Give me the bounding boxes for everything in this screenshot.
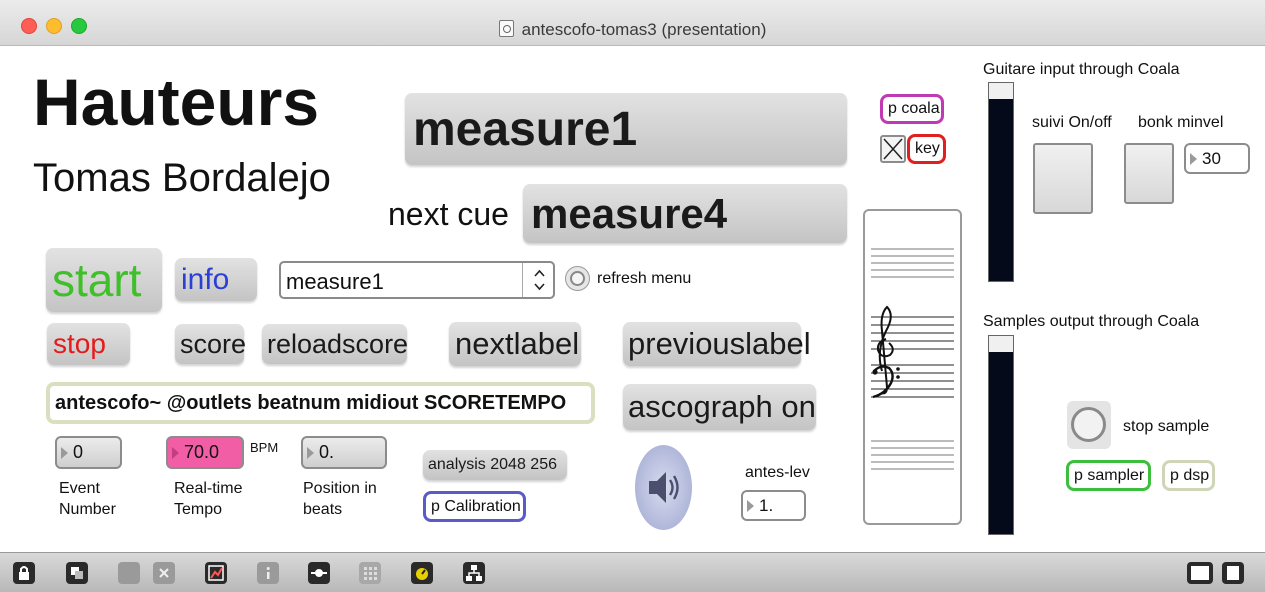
chevron-updown-icon bbox=[534, 269, 545, 291]
hierarchy-icon[interactable] bbox=[463, 562, 485, 584]
position-value: 0. bbox=[319, 442, 335, 462]
lock-icon[interactable] bbox=[13, 562, 35, 584]
antes-lev-value: 1. bbox=[759, 495, 774, 515]
ascograph-button[interactable]: ascograph on bbox=[623, 384, 816, 430]
antes-lev-label: antes-lev bbox=[745, 464, 810, 481]
event-label-line1: Event bbox=[59, 480, 100, 497]
position-label-line1: Position in bbox=[303, 480, 377, 497]
refresh-button[interactable] bbox=[565, 266, 590, 291]
presentation-toggle-icon[interactable] bbox=[66, 562, 88, 584]
number-triangle-icon bbox=[747, 499, 754, 512]
bottom-toolbar bbox=[0, 552, 1265, 592]
previouslabel-button[interactable]: previouslabel bbox=[623, 322, 811, 366]
document-icon bbox=[498, 20, 514, 37]
suivi-label: suivi On/off bbox=[1032, 114, 1112, 131]
antescofo-object[interactable]: antescofo~ @outlets beatnum midiout SCOR… bbox=[46, 382, 595, 424]
window-titlebar: antescofo-tomas3 (presentation) bbox=[0, 0, 1265, 46]
key-toggle[interactable] bbox=[880, 135, 906, 163]
delete-icon[interactable] bbox=[153, 562, 175, 584]
refresh-menu-label: refresh menu bbox=[597, 270, 692, 287]
position-label-line2: beats bbox=[303, 501, 343, 518]
bonk-toggle[interactable] bbox=[1124, 143, 1174, 204]
event-number-label: Event Number bbox=[59, 478, 116, 520]
analysis-message[interactable]: analysis 2048 256 bbox=[423, 450, 567, 480]
bonk-minvel-number-box[interactable]: 30 bbox=[1184, 143, 1250, 174]
info-icon[interactable] bbox=[257, 562, 279, 584]
tempo-label-line2: Tempo bbox=[174, 501, 223, 518]
right-sidebar-icon[interactable] bbox=[1222, 562, 1244, 584]
patch-cord-icon[interactable] bbox=[308, 562, 330, 584]
antes-lev-number-box[interactable]: 1. bbox=[741, 490, 806, 521]
window-title: antescofo-tomas3 (presentation) bbox=[0, 20, 1265, 40]
hand-icon[interactable] bbox=[118, 562, 140, 584]
number-triangle-icon bbox=[1190, 152, 1197, 165]
number-triangle-icon bbox=[307, 446, 314, 459]
left-sidebar-icon[interactable] bbox=[1187, 562, 1213, 584]
number-triangle-icon bbox=[172, 446, 179, 459]
guitar-input-meter bbox=[989, 83, 1013, 281]
composer-name: Tomas Bordalejo bbox=[33, 156, 331, 200]
grid-icon[interactable] bbox=[359, 562, 381, 584]
start-button[interactable]: start bbox=[46, 248, 162, 312]
tempo-value: 70.0 bbox=[184, 442, 220, 462]
event-number-value: 0 bbox=[73, 442, 84, 462]
dsp-icon[interactable] bbox=[411, 562, 433, 584]
number-triangle-icon bbox=[61, 446, 68, 459]
event-number-box[interactable]: 0 bbox=[55, 436, 122, 469]
info-button[interactable]: info bbox=[175, 258, 257, 301]
stop-sample-label: stop sample bbox=[1123, 418, 1210, 435]
event-label-line2: Number bbox=[59, 501, 116, 518]
stop-button[interactable]: stop bbox=[47, 323, 130, 365]
tempo-label: Real-time Tempo bbox=[174, 478, 242, 520]
tempo-label-line1: Real-time bbox=[174, 480, 243, 497]
cue-menu[interactable]: measure1 bbox=[279, 261, 555, 299]
piece-title: Hauteurs bbox=[33, 65, 320, 139]
bang-icon bbox=[1071, 407, 1106, 442]
score-button[interactable]: score bbox=[175, 324, 246, 364]
reloadscore-button[interactable]: reloadscore bbox=[262, 324, 408, 364]
samples-output-meter bbox=[989, 336, 1013, 534]
speaker-icon bbox=[649, 472, 679, 503]
tempo-number-box[interactable]: 70.0 bbox=[166, 436, 244, 469]
bonk-minvel-value: 30 bbox=[1202, 148, 1221, 168]
menu-stepper[interactable] bbox=[522, 263, 555, 297]
current-cue-display[interactable]: measure1 bbox=[405, 93, 847, 165]
x-mark-icon bbox=[883, 138, 903, 160]
bonk-minvel-label: bonk minvel bbox=[1138, 114, 1224, 131]
coala-subpatch[interactable]: p coala bbox=[880, 94, 944, 124]
samples-output-label: Samples output through Coala bbox=[983, 313, 1200, 330]
guitar-input-label: Guitare input through Coala bbox=[983, 61, 1180, 78]
refresh-icon bbox=[570, 271, 585, 286]
position-label: Position in beats bbox=[303, 478, 377, 520]
cue-menu-value: measure1 bbox=[286, 269, 384, 294]
nextlabel-button[interactable]: nextlabel bbox=[449, 322, 581, 366]
next-cue-display[interactable]: measure4 bbox=[523, 184, 847, 243]
sampler-subpatch[interactable]: p sampler bbox=[1066, 460, 1151, 491]
bpm-label: BPM bbox=[250, 440, 279, 455]
audio-on-off-button[interactable] bbox=[635, 445, 692, 530]
debug-icon[interactable] bbox=[205, 562, 227, 584]
calibration-subpatch[interactable]: p Calibration bbox=[423, 491, 526, 522]
staff-display bbox=[863, 209, 962, 525]
key-object[interactable]: key bbox=[907, 134, 946, 164]
grand-staff-icon bbox=[871, 248, 954, 470]
window-title-text: antescofo-tomas3 (presentation) bbox=[521, 20, 767, 39]
dsp-subpatch[interactable]: p dsp bbox=[1162, 460, 1215, 491]
stop-sample-button[interactable] bbox=[1067, 401, 1111, 449]
position-number-box[interactable]: 0. bbox=[301, 436, 387, 469]
next-cue-label: next cue bbox=[388, 196, 509, 232]
suivi-toggle[interactable] bbox=[1033, 143, 1093, 214]
